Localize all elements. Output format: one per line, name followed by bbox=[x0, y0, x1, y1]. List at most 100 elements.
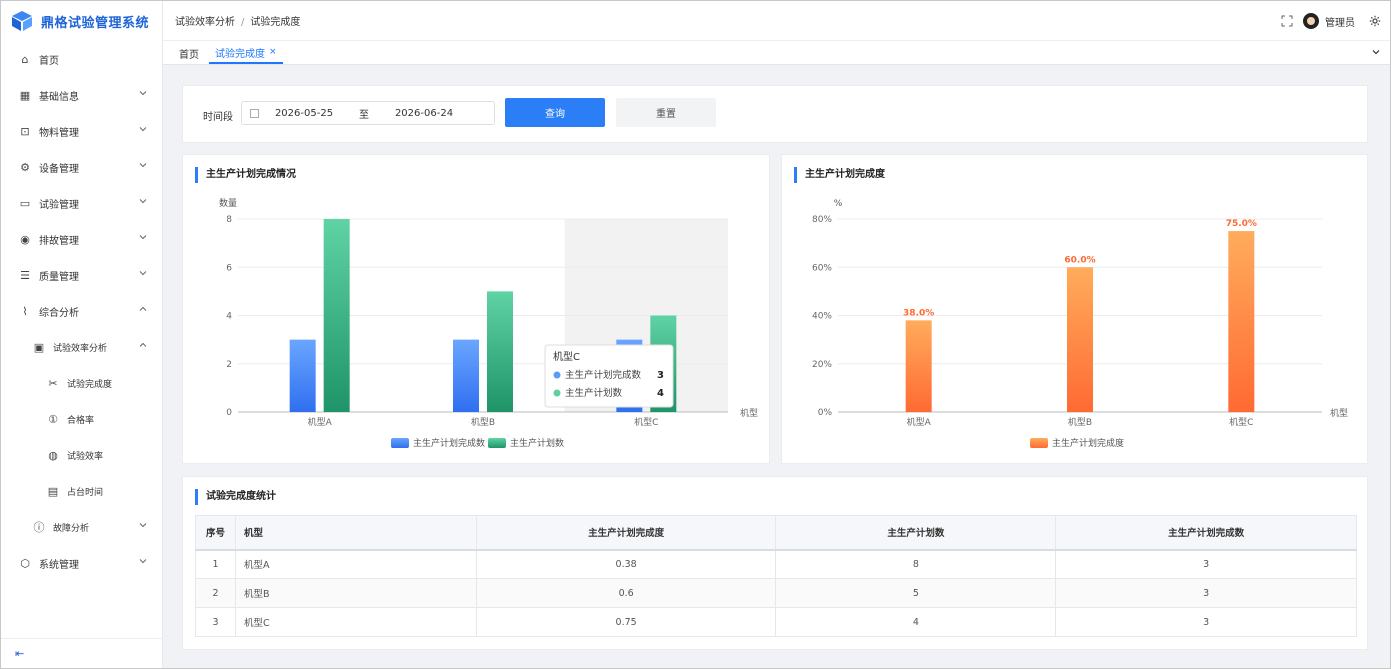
sidebar-item[interactable]: ⌂ 首页 bbox=[1, 41, 162, 77]
chevron-down-icon[interactable] bbox=[139, 125, 147, 133]
y-axis-label: % bbox=[834, 199, 843, 209]
y-tick-label: 60% bbox=[812, 263, 832, 273]
completion-stats-panel: 试验完成度统计 序号 机型 主生产计划完成度 主生产计划数 主生产计划完成数 1… bbox=[182, 476, 1368, 650]
sidebar-item[interactable]: ① 合格率 bbox=[1, 401, 162, 437]
close-tab-icon[interactable]: × bbox=[269, 47, 277, 57]
sidebar-item[interactable]: ▤ 占台时间 bbox=[1, 473, 162, 509]
tooltip-value: 4 bbox=[657, 388, 664, 399]
sidebar-item-label: 质量管理 bbox=[39, 271, 79, 283]
query-button[interactable]: 查询 bbox=[505, 98, 605, 127]
table-cell: 4 bbox=[775, 607, 1057, 637]
breadcrumb: 试验效率分析 / 试验完成度 bbox=[175, 13, 300, 28]
chevron-down-icon[interactable] bbox=[139, 557, 147, 565]
end-date-field[interactable]: 2026-06-24 bbox=[389, 108, 459, 119]
y-tick-label: 80% bbox=[812, 215, 832, 225]
tooltip-dot bbox=[553, 371, 561, 379]
table-row[interactable]: 1 机型A 0.38 8 3 bbox=[195, 549, 1357, 579]
stats-table: 序号 机型 主生产计划完成度 主生产计划数 主生产计划完成数 1 机型A 0.3… bbox=[195, 515, 1357, 637]
chevron-down-icon[interactable] bbox=[139, 89, 147, 97]
x-tick-label: 机型A bbox=[308, 416, 333, 428]
tooltip-title: 机型C bbox=[553, 350, 580, 363]
table-header: 主生产计划完成度 bbox=[475, 515, 777, 551]
top-bar: 试验效率分析 / 试验完成度 管理员 bbox=[163, 1, 1390, 41]
app-window: 鼎格试验管理系统 ⌂ 首页 ▦ 基础信息 ⊡ 物料管理 ⚙ 设备管理 ▭ 试验管理 ◉ 排故管理 ☰ 质量… bbox=[0, 0, 1391, 669]
top-right-tools: 管理员 bbox=[1281, 1, 1381, 41]
data-label: 75.0% bbox=[1226, 219, 1257, 229]
tab-label: 首页 bbox=[179, 49, 199, 61]
gear-icon[interactable] bbox=[1369, 15, 1381, 27]
sidebar-item[interactable]: ◉ 排故管理 bbox=[1, 221, 162, 257]
tab-test-completion[interactable]: 试验完成度 × bbox=[209, 42, 283, 64]
chevron-down-icon[interactable] bbox=[1371, 47, 1381, 57]
sidebar-item[interactable]: ⬡ 系统管理 bbox=[1, 545, 162, 581]
y-axis-label: 数量 bbox=[219, 197, 237, 209]
x-tick-label: 机型C bbox=[1229, 416, 1253, 428]
device-icon: ⚙ bbox=[20, 160, 30, 174]
chevron-down-icon[interactable] bbox=[139, 521, 147, 529]
table-cell: 8 bbox=[775, 549, 1057, 579]
sidebar-item[interactable]: ⓘ 故障分析 bbox=[1, 509, 162, 545]
date-range-picker[interactable]: 2026-05-25 至 2026-06-24 bbox=[241, 101, 495, 125]
x-axis-label: 机型 bbox=[740, 407, 758, 419]
sidebar: 鼎格试验管理系统 ⌂ 首页 ▦ 基础信息 ⊡ 物料管理 ⚙ 设备管理 ▭ 试验管理 ◉ 排故管理 ☰ 质量… bbox=[1, 1, 163, 668]
tab-home[interactable]: 首页 bbox=[173, 42, 205, 64]
start-date-field[interactable]: 2026-05-25 bbox=[269, 108, 339, 119]
table-cell: 机型B bbox=[234, 578, 477, 608]
sidebar-item[interactable]: ▦ 基础信息 bbox=[1, 77, 162, 113]
chevron-down-icon[interactable] bbox=[139, 197, 147, 205]
table-cell: 0.6 bbox=[475, 578, 777, 608]
table-header: 机型 bbox=[234, 515, 477, 551]
table-cell: 3 bbox=[1055, 607, 1357, 637]
plan-completion-rate-chart-panel: 主生产计划完成度 0% 20% 40% 60% 80%% 机型 38.0% 机型A 60.0% 机… bbox=[781, 154, 1368, 464]
y-tick-label: 8 bbox=[226, 215, 232, 225]
y-tick-label: 0% bbox=[818, 408, 833, 418]
collapse-sidebar-button[interactable]: ⇤ bbox=[1, 638, 162, 668]
app-title: 鼎格试验管理系统 bbox=[41, 15, 150, 31]
tooltip-series-name: 主生产计划完成数 bbox=[565, 369, 642, 381]
table-cell: 0.38 bbox=[475, 549, 777, 579]
table-cell: 机型A bbox=[234, 549, 477, 579]
x-tick-label: 机型B bbox=[471, 416, 495, 428]
tooltip-dot bbox=[553, 389, 561, 397]
date-range-separator: 至 bbox=[359, 109, 369, 121]
sidebar-item[interactable]: ⚙ 设备管理 bbox=[1, 149, 162, 185]
chevron-up-icon[interactable] bbox=[139, 305, 147, 313]
chevron-down-icon[interactable] bbox=[139, 233, 147, 241]
sidebar-item[interactable]: ▣ 试验效率分析 bbox=[1, 329, 162, 365]
chevron-up-icon[interactable] bbox=[139, 341, 147, 349]
avatar[interactable] bbox=[1303, 13, 1319, 29]
sidebar-item-label: 物料管理 bbox=[39, 127, 79, 139]
breadcrumb-item[interactable]: 试验效率分析 bbox=[175, 17, 235, 28]
breadcrumb-separator: / bbox=[241, 17, 245, 28]
monitor-icon: ▣ bbox=[33, 340, 45, 354]
y-tick-label: 40% bbox=[812, 312, 832, 322]
fullscreen-icon[interactable] bbox=[1281, 15, 1293, 27]
bar bbox=[1228, 231, 1255, 412]
tools-icon: ✂ bbox=[48, 376, 58, 390]
reset-button[interactable]: 重置 bbox=[616, 98, 716, 127]
sidebar-item[interactable]: ☰ 质量管理 bbox=[1, 257, 162, 293]
legend-swatch bbox=[488, 438, 506, 448]
logo[interactable]: 鼎格试验管理系统 bbox=[1, 1, 162, 41]
sidebar-item[interactable]: ◍ 试验效率 bbox=[1, 437, 162, 473]
user-name[interactable]: 管理员 bbox=[1325, 14, 1355, 29]
table-cell: 机型C bbox=[234, 607, 477, 637]
table-row[interactable]: 2 机型B 0.6 5 3 bbox=[195, 578, 1357, 608]
sidebar-item[interactable]: ✂ 试验完成度 bbox=[1, 365, 162, 401]
sidebar-item-label: 系统管理 bbox=[39, 559, 79, 571]
sidebar-item-label: 试验效率 bbox=[67, 451, 104, 462]
chevron-down-icon[interactable] bbox=[139, 161, 147, 169]
sidebar-item[interactable]: ⊡ 物料管理 bbox=[1, 113, 162, 149]
sidebar-item[interactable]: ▭ 试验管理 bbox=[1, 185, 162, 221]
tab-label: 试验完成度 bbox=[215, 48, 265, 60]
sidebar-item-label: 基础信息 bbox=[39, 91, 79, 103]
chart-title: 主生产计划完成度 bbox=[794, 167, 885, 183]
sidebar-item-label: 排故管理 bbox=[39, 235, 79, 247]
bar bbox=[289, 339, 316, 412]
chevron-down-icon[interactable] bbox=[139, 269, 147, 277]
bar-chart: 0% 20% 40% 60% 80%% 机型 38.0% 机型A 60.0% 机型B 75.0% 机型… bbox=[812, 199, 1348, 449]
sidebar-item[interactable]: ⌇ 综合分析 bbox=[1, 293, 162, 329]
table-row[interactable]: 3 机型C 0.75 4 3 bbox=[195, 607, 1357, 637]
badge-icon: ① bbox=[48, 412, 58, 426]
sidebar-item-label: 试验效率分析 bbox=[53, 343, 108, 354]
